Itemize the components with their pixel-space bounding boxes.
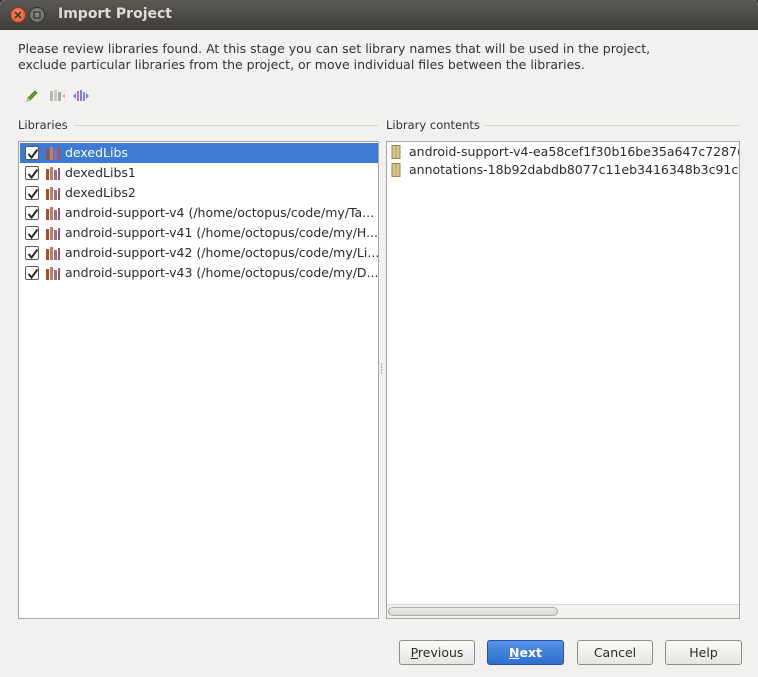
split-icon[interactable] xyxy=(72,88,90,106)
library-row[interactable]: android-support-v42 (/home/octopus/code/… xyxy=(20,243,378,263)
maximize-icon xyxy=(33,11,41,19)
library-row[interactable]: android-support-v4 (/home/octopus/code/m… xyxy=(20,203,378,223)
checkmark-icon xyxy=(27,148,39,160)
libraries-separator xyxy=(74,125,378,126)
maximize-window-button[interactable] xyxy=(29,7,45,23)
description-line-2: exclude particular libraries from the pr… xyxy=(18,57,585,72)
next-mnemonic: N xyxy=(509,645,520,660)
library-checkbox[interactable] xyxy=(25,266,39,280)
library-checkbox[interactable] xyxy=(25,206,39,220)
library-checkbox[interactable] xyxy=(25,146,39,160)
checkmark-icon xyxy=(27,208,39,220)
library-contents-label: Library contents xyxy=(386,118,480,132)
library-icon xyxy=(46,267,60,280)
library-row[interactable]: android-support-v43 (/home/octopus/code/… xyxy=(20,263,378,283)
library-checkbox[interactable] xyxy=(25,166,39,180)
library-name: dexedLibs xyxy=(65,145,128,160)
description-text: Please review libraries found. At this s… xyxy=(18,41,738,73)
library-row[interactable]: android-support-v41 (/home/octopus/code/… xyxy=(20,223,378,243)
library-content-item[interactable]: annotations-18b92dabdb8077c11eb3416348b3… xyxy=(388,161,739,179)
library-icon xyxy=(46,167,60,180)
library-content-name: android-support-v4-ea58cef1f30b16be35a64… xyxy=(409,144,740,159)
library-checkbox[interactable] xyxy=(25,226,39,240)
previous-button[interactable]: Previous xyxy=(399,640,475,665)
panel-splitter[interactable] xyxy=(379,362,384,376)
library-row[interactable]: dexedLibs xyxy=(20,143,378,163)
checkmark-icon xyxy=(27,248,39,260)
library-name: dexedLibs1 xyxy=(65,165,136,180)
library-icon xyxy=(46,207,60,220)
library-contents-list[interactable]: annotations-18b92dabdb8077c11eb3416348b3… xyxy=(386,141,740,619)
cancel-button[interactable]: Cancel xyxy=(577,640,653,665)
jar-file-icon xyxy=(391,145,401,159)
libraries-list[interactable]: dexedLibs dexedLibs1 dexedLibs2 android-sup… xyxy=(18,141,379,619)
scrollbar-thumb[interactable] xyxy=(388,607,558,616)
checkmark-icon xyxy=(27,188,39,200)
title-bar[interactable]: Import Project xyxy=(0,0,758,30)
library-row[interactable]: dexedLibs1 xyxy=(20,163,378,183)
description-line-1: Please review libraries found. At this s… xyxy=(18,41,651,56)
library-icon xyxy=(46,227,60,240)
library-icon xyxy=(46,247,60,260)
edit-pencil-icon[interactable] xyxy=(24,88,42,106)
next-label-rest: ext xyxy=(519,645,542,660)
previous-mnemonic: P xyxy=(410,645,418,660)
jar-file-icon xyxy=(391,163,401,177)
library-name: android-support-v4 (/home/octopus/code/m… xyxy=(65,205,375,220)
window-title: Import Project xyxy=(58,6,172,22)
import-project-dialog: Import Project Please review libraries f… xyxy=(0,0,758,677)
library-checkbox[interactable] xyxy=(25,186,39,200)
library-content-item[interactable]: android-support-v4-ea58cef1f30b16be35a64… xyxy=(388,143,740,161)
checkmark-icon xyxy=(27,268,39,280)
library-name: android-support-v43 (/home/octopus/code/… xyxy=(65,265,378,280)
checkmark-icon xyxy=(27,168,39,180)
library-name: android-support-v42 (/home/octopus/code/… xyxy=(65,245,378,260)
close-icon xyxy=(14,11,22,19)
library-icon xyxy=(46,147,60,160)
library-name: android-support-v41 (/home/octopus/code/… xyxy=(65,225,378,240)
library-contents-separator xyxy=(484,125,740,126)
checkmark-icon xyxy=(27,228,39,240)
library-checkbox[interactable] xyxy=(25,246,39,260)
close-window-button[interactable] xyxy=(10,7,26,23)
merge-icon[interactable] xyxy=(48,88,66,106)
previous-label-rest: revious xyxy=(417,645,464,660)
library-content-name: annotations-18b92dabdb8077c11eb3416348b3… xyxy=(409,162,739,177)
library-icon xyxy=(46,187,60,200)
libraries-label: Libraries xyxy=(18,118,68,132)
library-name: dexedLibs2 xyxy=(65,185,136,200)
library-row[interactable]: dexedLibs2 xyxy=(20,183,378,203)
horizontal-scrollbar[interactable] xyxy=(387,604,739,618)
help-button[interactable]: Help xyxy=(665,640,742,665)
next-button[interactable]: Next xyxy=(487,640,564,665)
